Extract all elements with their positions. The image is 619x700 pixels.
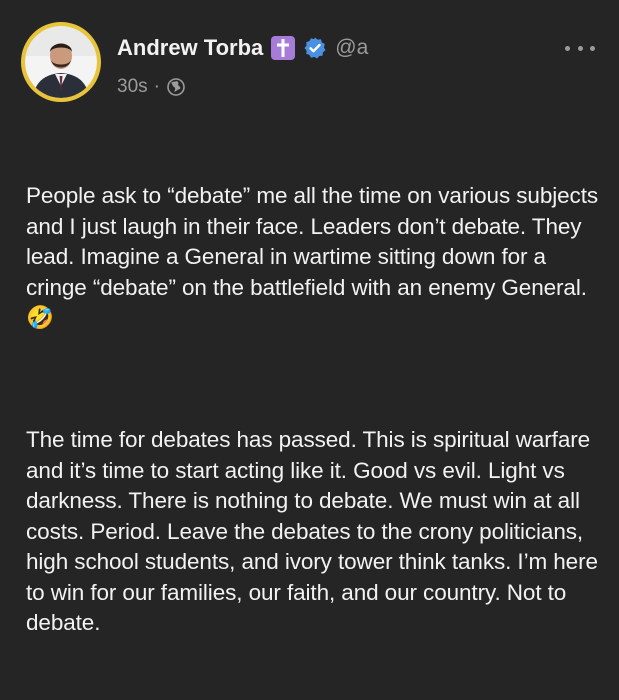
meta-separator: · xyxy=(153,76,160,97)
author-handle[interactable]: @a xyxy=(335,33,368,63)
more-options-button[interactable] xyxy=(565,38,595,58)
verified-check-icon xyxy=(303,36,327,60)
author-row: Andrew Torba @a xyxy=(117,33,368,63)
more-horizontal-icon xyxy=(565,45,570,51)
post-meta: 30s · xyxy=(117,74,186,100)
avatar[interactable] xyxy=(21,22,101,102)
post-card: Andrew Torba @a 30s · People ask to “deb… xyxy=(0,0,619,635)
author-name[interactable]: Andrew Torba xyxy=(117,33,263,63)
more-horizontal-icon-dot xyxy=(577,45,583,51)
globe-icon xyxy=(166,77,186,97)
more-horizontal-icon-dot xyxy=(590,45,595,51)
post-timestamp[interactable]: 30s xyxy=(117,74,148,100)
cross-icon xyxy=(271,36,296,60)
post-body: People ask to “debate” me all the time o… xyxy=(26,120,606,700)
avatar-image xyxy=(25,26,97,98)
post-paragraph: People ask to “debate” me all the time o… xyxy=(26,183,605,330)
post-paragraph: The time for debates has passed. This is… xyxy=(26,427,605,635)
